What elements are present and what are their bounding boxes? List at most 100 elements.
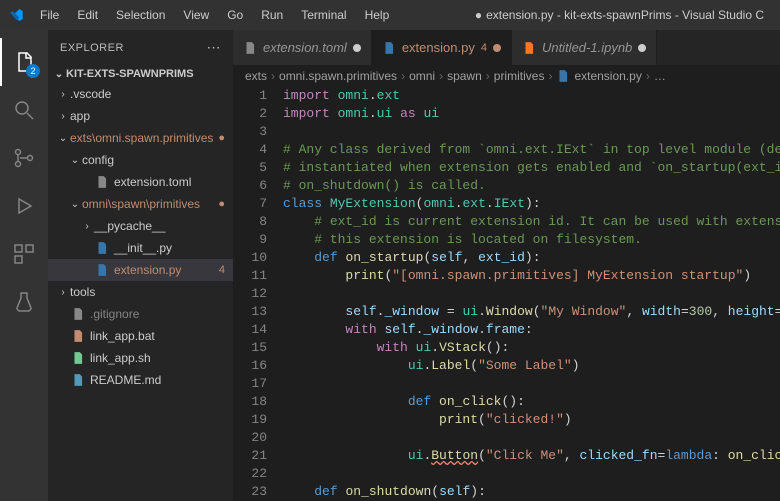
py-file-icon [382,41,396,55]
menu-edit[interactable]: Edit [69,4,106,26]
breadcrumb-separator-icon: › [271,69,275,83]
tree-item-label: omni\spawn\primitives [82,197,200,211]
tab-label: extension.py [402,40,475,55]
menu-help[interactable]: Help [357,4,398,26]
chevron-icon: › [56,89,70,100]
activity-extensions[interactable] [0,230,48,278]
editor-tab[interactable]: extension.toml [233,30,372,65]
breadcrumb-item[interactable]: exts [245,69,267,83]
menu-view[interactable]: View [175,4,217,26]
tree-item-label: __pycache__ [94,219,165,233]
vscode-logo-icon [8,7,24,23]
menu-bar: FileEditSelectionViewGoRunTerminalHelp [32,4,397,26]
breadcrumb-item[interactable]: omni.spawn.primitives [279,69,397,83]
project-root[interactable]: ⌄ KIT-EXTS-SPAWNPRIMS [48,65,233,83]
tree-item[interactable]: link_app.bat [48,325,233,347]
breadcrumb[interactable]: exts › omni.spawn.primitives › omni › spawn › pr… [233,65,780,87]
chevron-icon: ⌄ [68,199,82,210]
tree-item-label: extension.toml [114,175,191,189]
breadcrumb-separator-icon: › [646,69,650,83]
tree-item[interactable]: ›app [48,105,233,127]
titlebar: FileEditSelectionViewGoRunTerminalHelp ●… [0,0,780,30]
explorer-sidebar: EXPLORER ⋯ ⌄ KIT-EXTS-SPAWNPRIMS ›.vscod… [48,30,233,501]
tree-item[interactable]: ›tools [48,281,233,303]
tree-item-label: __init__.py [114,241,172,255]
tree-item-label: README.md [90,373,161,387]
menu-file[interactable]: File [32,4,67,26]
activity-bar: 2 [0,30,48,501]
breadcrumb-item[interactable]: spawn [447,69,482,83]
chevron-icon: ⌄ [68,155,82,166]
chevron-down-icon: ⌄ [52,69,66,80]
breadcrumb-item[interactable]: omni [409,69,435,83]
tree-item[interactable]: ›__pycache__ [48,215,233,237]
breadcrumb-separator-icon: › [439,69,443,83]
tab-problem-count: 4 [481,42,487,54]
code-lines[interactable]: import omni.extimport omni.ui as ui # An… [283,87,780,501]
py-file-icon [94,241,110,255]
activity-explorer[interactable]: 2 [0,38,48,86]
tree-item[interactable]: ⌄exts\omni.spawn.primitives● [48,127,233,149]
tree-item[interactable]: extension.toml [48,171,233,193]
breadcrumb-item[interactable]: … [654,69,666,83]
menu-go[interactable]: Go [219,4,251,26]
toml-file-icon [243,41,257,55]
tree-item[interactable]: ›.vscode [48,83,233,105]
modified-indicator: ● [214,132,225,144]
file-file-icon [94,175,110,189]
activity-search[interactable] [0,86,48,134]
tree-item-label: exts\omni.spawn.primitives [70,131,213,145]
activity-run-debug[interactable] [0,182,48,230]
tree-item-label: .vscode [70,87,111,101]
tree-item-label: extension.py [114,263,181,277]
sidebar-more-icon[interactable]: ⋯ [207,39,222,56]
activity-source-control[interactable] [0,134,48,182]
chevron-icon: ⌄ [56,133,70,144]
code-editor[interactable]: 1234567891011121314151617181920212223242… [233,87,780,501]
modified-indicator: ● [214,198,225,210]
chevron-icon: › [56,287,70,298]
dirty-dot-icon [353,44,361,52]
tree-item-label: link_app.sh [90,351,151,365]
tree-item[interactable]: README.md [48,369,233,391]
editor-tab[interactable]: Untitled-1.ipynb [512,30,657,65]
py-file-icon [94,263,110,277]
py-file-icon [556,69,570,83]
tree-item[interactable]: __init__.py [48,237,233,259]
chevron-icon: › [56,111,70,122]
tree-item-label: app [70,109,90,123]
md-file-icon [70,373,86,387]
sh-file-icon [70,351,86,365]
tree-item[interactable]: extension.py 4 [48,259,233,281]
tree-item[interactable]: ⌄config [48,149,233,171]
file-tree: ›.vscode›app⌄exts\omni.spawn.primitives●… [48,83,233,501]
activity-testing[interactable] [0,278,48,326]
tree-item-label: tools [70,285,95,299]
dirty-dot-icon [638,44,646,52]
breadcrumb-item[interactable]: primitives [494,69,545,83]
dirty-dot-icon [493,44,501,52]
editor-tabs: extension.toml extension.py 4 Untitled-1.ip… [233,30,780,65]
nb-file-icon [522,41,536,55]
tree-item-label: link_app.bat [90,329,155,343]
file-file-icon [70,307,86,321]
chevron-icon: › [80,221,94,232]
tree-item[interactable]: ⌄omni\spawn\primitives ● [48,193,233,215]
breadcrumb-separator-icon: › [486,69,490,83]
breadcrumb-item[interactable]: extension.py [574,69,641,83]
explorer-badge: 2 [26,64,40,78]
sidebar-title: EXPLORER ⋯ [48,30,233,65]
editor-tab[interactable]: extension.py 4 [372,30,512,65]
tree-item-label: config [82,153,114,167]
modified-indicator: 4 [215,264,225,276]
bat-file-icon [70,329,86,343]
menu-selection[interactable]: Selection [108,4,173,26]
editor-area: extension.toml extension.py 4 Untitled-1.ip… [233,30,780,501]
tree-item[interactable]: .gitignore [48,303,233,325]
menu-terminal[interactable]: Terminal [293,4,354,26]
tab-label: Untitled-1.ipynb [542,40,632,55]
tab-label: extension.toml [263,40,347,55]
menu-run[interactable]: Run [253,4,291,26]
dirty-indicator-icon: ● [475,8,482,22]
tree-item[interactable]: link_app.sh [48,347,233,369]
